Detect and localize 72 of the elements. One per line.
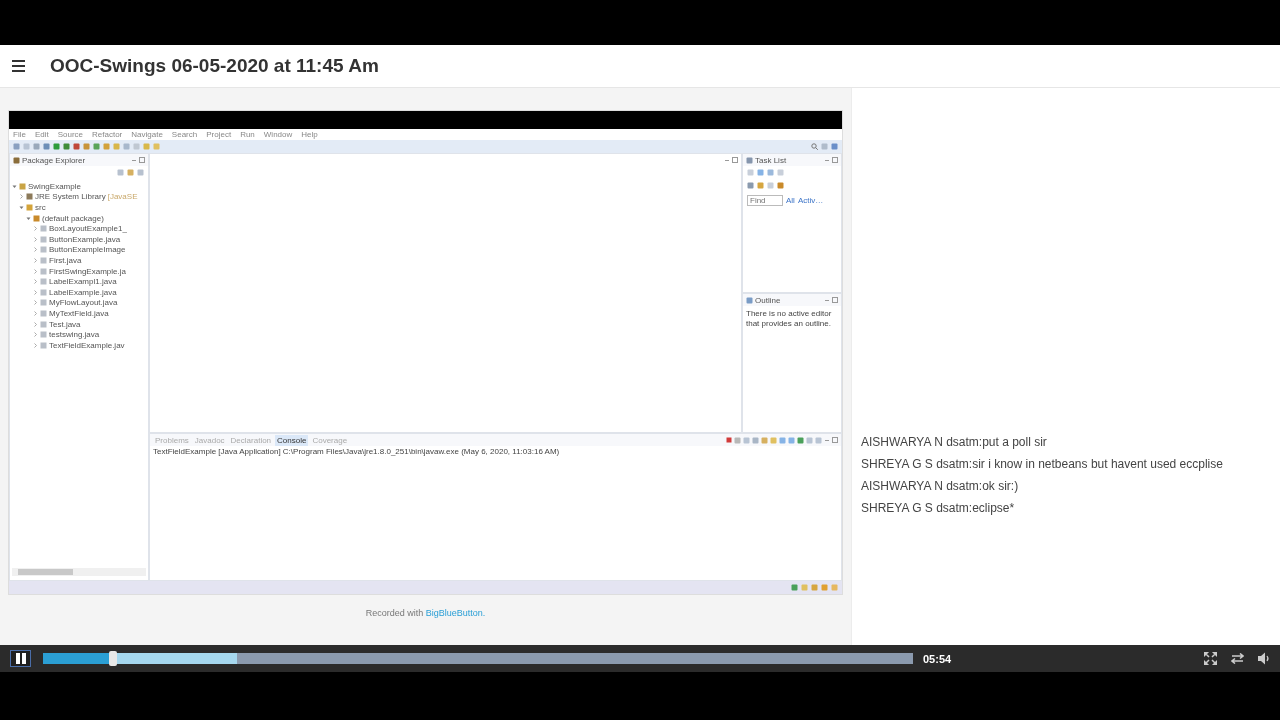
maximize-icon[interactable] (832, 437, 838, 443)
task-list-icon (746, 156, 753, 164)
package-icon (33, 214, 40, 222)
recorded-with-text: Recorded with BigBlueButton. (365, 608, 486, 618)
tree-item[interactable]: FirstSwingExample.ja (49, 266, 126, 276)
minimize-icon[interactable] (131, 157, 137, 163)
menu-item[interactable]: Edit (34, 130, 49, 139)
find-field[interactable]: Find (747, 195, 783, 206)
tree-item[interactable]: BoxLayoutExample1_ (49, 224, 127, 234)
tree-item[interactable]: Test.java (49, 319, 81, 329)
tree-item[interactable]: First.java (49, 255, 82, 265)
tree-item[interactable]: JRE System Library (35, 192, 106, 202)
minimize-icon[interactable] (824, 437, 830, 443)
chat-message: SHREYA G S dsatm:eclipse* (861, 501, 1016, 517)
tree-item[interactable]: src (35, 203, 46, 212)
package-explorer-icon (13, 156, 20, 164)
maximize-icon[interactable] (732, 157, 738, 163)
menu-item[interactable]: Project (206, 130, 232, 139)
down-arrow-icon[interactable] (19, 205, 24, 210)
view-tab[interactable]: Console (275, 434, 309, 446)
pause-button[interactable] (10, 650, 31, 667)
tree-item[interactable]: LabelExample.java (49, 287, 117, 297)
pause-icon (14, 653, 27, 664)
menu-item[interactable]: Help (301, 130, 318, 139)
maximize-icon[interactable] (832, 157, 838, 163)
tree-item[interactable]: TextFieldExample.jav (49, 340, 125, 350)
down-arrow-icon[interactable] (12, 183, 17, 189)
maximize-icon[interactable] (139, 157, 145, 163)
tree-item[interactable]: SwingExample (28, 181, 81, 191)
chat-message: AISHWARYA N dsatm:ok sir:) (861, 479, 1020, 495)
filter-link[interactable]: All (786, 196, 795, 205)
maximize-icon[interactable] (832, 297, 838, 303)
swap-icon[interactable] (1231, 653, 1244, 664)
tree-item[interactable]: LabelExampl1.java (49, 277, 117, 287)
tree-item-decoration: [JavaSE (107, 192, 138, 202)
menu-item[interactable]: Source (57, 130, 84, 139)
tree-item[interactable]: ButtonExampleImage (49, 245, 126, 255)
library-icon (26, 193, 33, 201)
menu-item[interactable]: Search (171, 130, 198, 139)
perspective-icon[interactable] (821, 143, 828, 150)
down-arrow-icon[interactable] (26, 215, 31, 221)
chat-message: AISHWARYA N dsatm:put a poll sir (861, 435, 1048, 451)
menu-item[interactable]: File (13, 130, 26, 139)
playback-time: 05:54 (923, 652, 952, 665)
outline-icon (746, 296, 753, 304)
tree-item[interactable]: MyFlowLayout.java (49, 298, 118, 308)
scrollbar[interactable] (12, 568, 146, 576)
stop-icon[interactable] (726, 437, 732, 443)
fullscreen-icon[interactable] (1204, 652, 1217, 665)
java-perspective-icon[interactable] (831, 143, 838, 150)
tree-item[interactable]: MyTextField.java (49, 308, 109, 318)
seek-handle[interactable] (109, 651, 118, 666)
chat-message: SHREYA G S dsatm:sir i know in netbeans but havent used eccplise (861, 457, 1224, 473)
minimize-icon[interactable] (824, 297, 830, 303)
search-icon[interactable] (811, 143, 818, 150)
outline-message: There is no active editor that provides an outline. (745, 308, 833, 331)
tree-item[interactable]: ButtonExample.java (49, 234, 121, 244)
menu-item[interactable]: Run (240, 130, 255, 139)
minimize-icon[interactable] (824, 157, 830, 163)
menu-icon[interactable] (12, 60, 25, 72)
folder-icon (26, 204, 33, 211)
filter-link[interactable]: Activ… (797, 196, 824, 205)
project-icon (19, 182, 26, 190)
menu-item[interactable]: Window (263, 130, 293, 139)
tree-item[interactable]: testswing.java (49, 330, 100, 340)
tree-item[interactable]: (default package) (42, 213, 104, 223)
minimize-icon[interactable] (724, 157, 730, 163)
console-output: TextFieldExample [Java Application] C:\Program Files\Java\jre1.8.0_251\bin\javaw.exe (May 6, 2020, 11:03:16 AM) (152, 446, 561, 457)
volume-icon[interactable] (1258, 652, 1270, 665)
menu-item[interactable]: Navigate (131, 130, 163, 139)
presentation-title: OOC-Swings 06-05-2020 at 11:45 Am (50, 55, 379, 77)
menu-item[interactable]: Refactor (92, 130, 123, 139)
